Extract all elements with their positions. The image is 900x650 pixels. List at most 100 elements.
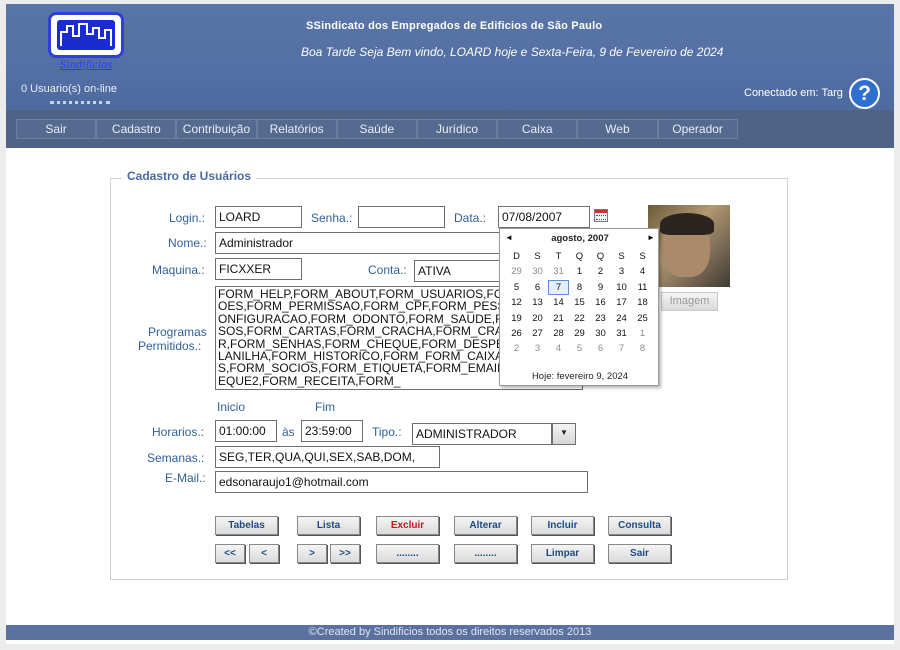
calendar-day[interactable]: 5 xyxy=(506,280,527,295)
calendar-day[interactable]: 24 xyxy=(611,311,632,326)
calendar-day[interactable]: 3 xyxy=(611,264,632,279)
tipo-label: Tipo.: xyxy=(372,425,402,439)
menu-item-sair[interactable]: Sair xyxy=(16,119,97,139)
first-record-button[interactable]: << xyxy=(215,544,245,563)
semanas-label: Semanas.: xyxy=(147,451,205,465)
weekdays-input[interactable]: SEG,TER,QUA,QUI,SEX,SAB,DOM, xyxy=(215,446,440,468)
sair-button[interactable]: Sair xyxy=(608,544,671,563)
calendar-day[interactable]: 18 xyxy=(632,295,653,310)
image-button[interactable]: Imagem xyxy=(661,292,718,311)
calendar-day[interactable]: 7 xyxy=(611,341,632,356)
email-input[interactable]: edsonaraujo1@hotmail.com xyxy=(215,471,588,493)
connected-value: Targ xyxy=(821,87,843,99)
placeholder-button-1[interactable]: ........ xyxy=(376,544,439,563)
calendar-day[interactable]: 13 xyxy=(527,295,548,310)
calendar-day[interactable]: 2 xyxy=(506,341,527,356)
calendar-day[interactable]: 30 xyxy=(590,326,611,341)
menu-item-web[interactable]: Web xyxy=(577,119,658,139)
start-time-input[interactable]: 01:00:00 xyxy=(215,420,277,442)
password-input[interactable] xyxy=(358,206,445,228)
tabelas-button[interactable]: Tabelas xyxy=(215,516,278,535)
calendar-day[interactable]: 28 xyxy=(548,326,569,341)
calendar-today-link[interactable]: Hoje: fevereiro 9, 2024 xyxy=(500,371,660,382)
calendar-day[interactable]: 31 xyxy=(611,326,632,341)
calendar-day[interactable]: 6 xyxy=(590,341,611,356)
type-select-arrow-icon[interactable]: ▼ xyxy=(552,423,576,445)
logo-caption: Sindificios xyxy=(59,60,113,71)
login-input[interactable]: LOARD xyxy=(215,206,302,228)
calendar-day[interactable]: 29 xyxy=(569,326,590,341)
calendar-weekday: T xyxy=(555,251,562,262)
calendar-day[interactable]: 20 xyxy=(527,311,548,326)
senha-label: Senha.: xyxy=(311,211,353,225)
calendar-day[interactable]: 8 xyxy=(632,341,653,356)
excluir-button[interactable]: Excluir xyxy=(376,516,439,535)
alterar-button[interactable]: Alterar xyxy=(454,516,517,535)
calendar-day[interactable]: 27 xyxy=(527,326,548,341)
calendar-day[interactable]: 12 xyxy=(506,295,527,310)
calendar-day[interactable]: 25 xyxy=(632,311,653,326)
machine-input[interactable]: FICXXER xyxy=(215,258,302,280)
calendar-day[interactable]: 17 xyxy=(611,295,632,310)
calendar-day[interactable]: 10 xyxy=(611,280,632,295)
menu-item-relatorios[interactable]: Relatórios xyxy=(256,119,337,139)
calendar-day[interactable]: 2 xyxy=(590,264,611,279)
calendar-day[interactable]: 21 xyxy=(548,311,569,326)
users-online-indicator xyxy=(50,101,110,106)
logo-buildings-icon xyxy=(57,20,115,50)
calendar-day[interactable]: 16 xyxy=(590,295,611,310)
calendar-day[interactable]: 15 xyxy=(569,295,590,310)
calendar-day[interactable]: 4 xyxy=(548,341,569,356)
programas-label: Programas xyxy=(148,325,207,339)
next-record-button[interactable]: > xyxy=(297,544,327,563)
calendar-day[interactable]: 7 xyxy=(548,279,569,296)
calendar-day[interactable]: 9 xyxy=(590,280,611,295)
menu-item-saude[interactable]: Saúde xyxy=(336,119,417,139)
menu-item-caixa[interactable]: Caixa xyxy=(497,119,578,139)
calendar-day[interactable]: 30 xyxy=(527,264,548,279)
calendar-day[interactable]: 1 xyxy=(632,326,653,341)
calendar-day[interactable]: 29 xyxy=(506,264,527,279)
logo: Sindificios xyxy=(48,12,124,71)
end-time-input[interactable]: 23:59:00 xyxy=(301,420,363,442)
last-record-button[interactable]: >> xyxy=(330,544,360,563)
previous-month-icon[interactable]: ◄ xyxy=(502,233,516,242)
calendar-week-row: 5 6 7 8 9 10 11 xyxy=(506,279,658,296)
calendar-icon[interactable] xyxy=(594,209,608,222)
calendar-week-row: 26 27 28 29 30 31 1 xyxy=(506,326,658,341)
calendar-day[interactable]: 8 xyxy=(569,280,590,295)
type-select[interactable]: ADMINISTRADOR xyxy=(412,423,552,445)
menu-item-cadastro[interactable]: Cadastro xyxy=(96,119,177,139)
header: Sindificios SSindicato dos Empregados de… xyxy=(6,4,894,110)
calendar-day[interactable]: 11 xyxy=(632,280,653,295)
calendar-day[interactable]: 1 xyxy=(569,264,590,279)
calendar-day[interactable]: 4 xyxy=(632,264,653,279)
calendar-day[interactable]: 6 xyxy=(527,280,548,295)
menu-item-operador[interactable]: Operador xyxy=(657,119,738,139)
calendar-day[interactable]: 22 xyxy=(569,311,590,326)
user-photo xyxy=(648,205,730,287)
incluir-button[interactable]: Incluir xyxy=(531,516,594,535)
placeholder-button-2[interactable]: ........ xyxy=(454,544,517,563)
account-status-select[interactable]: ATIVA xyxy=(414,260,504,282)
calendar-day[interactable]: 14 xyxy=(548,295,569,310)
date-input[interactable]: 07/08/2007 xyxy=(498,206,590,228)
calendar-day[interactable]: 19 xyxy=(506,311,527,326)
calendar-day[interactable]: 5 xyxy=(569,341,590,356)
limpar-button[interactable]: Limpar xyxy=(531,544,594,563)
name-input[interactable]: Administrador xyxy=(215,232,503,254)
calendar-day[interactable]: 26 xyxy=(506,326,527,341)
calendar-week-row: 12 13 14 15 16 17 18 xyxy=(506,295,658,310)
lista-button[interactable]: Lista xyxy=(297,516,360,535)
calendar-day[interactable]: 3 xyxy=(527,341,548,356)
menu-item-contribuicao[interactable]: Contribuição xyxy=(176,119,257,139)
help-icon[interactable]: ? xyxy=(849,78,880,109)
calendar-day[interactable]: 23 xyxy=(590,311,611,326)
calendar-weekday: Q xyxy=(575,251,584,262)
previous-record-button[interactable]: < xyxy=(249,544,279,563)
consulta-button[interactable]: Consulta xyxy=(608,516,671,535)
menu-item-juridico[interactable]: Jurídico xyxy=(416,119,498,139)
logo-frame xyxy=(48,12,124,58)
calendar-day[interactable]: 31 xyxy=(548,264,569,279)
next-month-icon[interactable]: ► xyxy=(644,233,658,242)
